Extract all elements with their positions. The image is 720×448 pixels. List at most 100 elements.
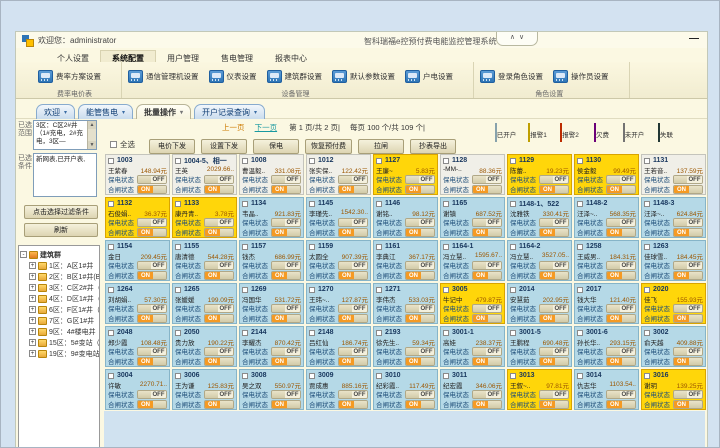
switch-toggle-on[interactable]: ON [606, 271, 636, 280]
card-checkbox[interactable] [644, 373, 650, 379]
supply-toggle-off[interactable]: OFF [606, 218, 636, 227]
switch-toggle-on[interactable]: ON [673, 185, 703, 194]
scroll-down-icon[interactable]: ▼ [88, 141, 96, 149]
ribbon-button[interactable]: 费率方案设置 [38, 70, 101, 83]
card-checkbox[interactable] [108, 287, 114, 293]
tree-node[interactable]: + 6区：F区1#井（F区… [20, 304, 98, 315]
tree-expander-icon[interactable]: + [29, 284, 36, 291]
supply-toggle-off[interactable]: OFF [606, 175, 636, 184]
switch-toggle-on[interactable]: ON [204, 228, 234, 237]
selected-range-listbox[interactable]: 3区：C区2#井（1#充电，2#充电，3区— ▲▼ [33, 120, 97, 150]
card-checkbox[interactable] [577, 287, 583, 293]
supply-toggle-off[interactable]: OFF [137, 347, 167, 356]
meter-card[interactable]: 2048 郑少霞 108.48元 保电状态 OFF 合闸状态 ON [105, 326, 170, 367]
supply-toggle-off[interactable]: OFF [472, 218, 502, 227]
supply-toggle-off[interactable]: OFF [673, 218, 703, 227]
filter-condition-button[interactable]: 点击选择过滤条件 [24, 205, 98, 219]
supply-toggle-off[interactable]: OFF [271, 347, 301, 356]
meter-card[interactable]: 3001-1 高娃 238.37元 保电状态 OFF 合闸状态 ON [440, 326, 505, 367]
supply-toggle-off[interactable]: OFF [606, 347, 636, 356]
switch-toggle-on[interactable]: ON [271, 228, 301, 237]
batch-action-button[interactable]: 拉闸 [358, 139, 404, 154]
supply-toggle-off[interactable]: OFF [338, 218, 368, 227]
card-checkbox[interactable] [242, 201, 248, 207]
switch-toggle-on[interactable]: ON [673, 271, 703, 280]
meter-card[interactable]: 3010 纪彩霞.. 117.49元 保电状态 OFF 合闸状态 ON [373, 369, 438, 410]
meter-card[interactable]: 1134 韦晶.. 921.83元 保电状态 OFF 合闸状态 ON [239, 197, 304, 238]
meter-card[interactable]: 1132 石俊娟.. 36.37元 保电状态 OFF 合闸状态 ON [105, 197, 170, 238]
card-checkbox[interactable] [309, 244, 315, 250]
meter-card[interactable]: 3004 许敏 2270.71.. 保电状态 OFF 合闸状态 ON [105, 369, 170, 410]
selected-condition-box[interactable]: 新网表,已开户表, [33, 153, 97, 197]
supply-toggle-off[interactable]: OFF [204, 347, 234, 356]
card-checkbox[interactable] [108, 244, 114, 250]
switch-toggle-on[interactable]: ON [405, 357, 435, 366]
card-checkbox[interactable] [108, 201, 114, 207]
card-checkbox[interactable] [644, 287, 650, 293]
switch-toggle-on[interactable]: ON [271, 185, 301, 194]
meter-card[interactable]: 2144 李耀杰 870.42元 保电状态 OFF 合闸状态 ON [239, 326, 304, 367]
card-checkbox[interactable] [309, 373, 315, 379]
card-checkbox[interactable] [510, 373, 516, 379]
switch-toggle-on[interactable]: ON [204, 400, 234, 409]
switch-toggle-on[interactable]: ON [606, 314, 636, 323]
meter-card[interactable]: 1148-1、522 沈雅铁 330.41元 保电状态 OFF 合闸状态 ON [507, 197, 572, 238]
card-checkbox[interactable] [577, 330, 583, 336]
refresh-button[interactable]: 刷新 [24, 223, 98, 237]
card-checkbox[interactable] [510, 158, 516, 164]
prev-page-link[interactable]: 上一页 [222, 123, 245, 132]
meter-card[interactable]: 1003 王紫春 148.94元 保电状态 OFF 合闸状态 ON [105, 154, 170, 195]
supply-toggle-off[interactable]: OFF [338, 347, 368, 356]
tree-expander-icon[interactable]: + [29, 306, 36, 313]
collapse-down-icon[interactable]: ∨ [519, 34, 524, 41]
supply-toggle-off[interactable]: OFF [204, 261, 234, 270]
switch-toggle-on[interactable]: ON [472, 314, 502, 323]
card-checkbox[interactable] [644, 330, 650, 336]
collapse-up-icon[interactable]: ∧ [510, 34, 515, 41]
meter-card[interactable]: 1148-2 汪泽~.. 568.35元 保电状态 OFF 合闸状态 ON [574, 197, 639, 238]
supply-toggle-off[interactable]: OFF [673, 304, 703, 313]
switch-toggle-on[interactable]: ON [338, 400, 368, 409]
switch-toggle-on[interactable]: ON [137, 400, 167, 409]
supply-toggle-off[interactable]: OFF [606, 261, 636, 270]
meter-card[interactable]: 3013 王叙~.. 97.81元 保电状态 OFF 合闸状态 ON [507, 369, 572, 410]
ribbon-button[interactable]: 操作员设置 [553, 70, 609, 83]
meter-card[interactable]: 1161 李典江 367.17元 保电状态 OFF 合闸状态 ON [373, 240, 438, 281]
card-checkbox[interactable] [443, 201, 449, 207]
tree-node[interactable]: - 建筑群 [20, 249, 98, 260]
meter-card[interactable]: 1270 王玮~.. 127.87元 保电状态 OFF 合闸状态 ON [306, 283, 371, 324]
supply-toggle-off[interactable]: OFF [539, 347, 569, 356]
card-checkbox[interactable] [443, 373, 449, 379]
supply-toggle-off[interactable]: OFF [539, 261, 569, 270]
supply-toggle-off[interactable]: OFF [606, 390, 636, 399]
supply-toggle-off[interactable]: OFF [271, 304, 301, 313]
switch-toggle-on[interactable]: ON [137, 314, 167, 323]
supply-toggle-off[interactable]: OFF [606, 304, 636, 313]
card-checkbox[interactable] [175, 330, 181, 336]
tab-dropdown-icon[interactable]: ▾ [180, 109, 183, 116]
meter-card[interactable]: 2193 徐先生.. 59.34元 保电状态 OFF 合闸状态 ON [373, 326, 438, 367]
meter-card[interactable]: 3001-6 孙长华.. 293.15元 保电状态 OFF 合闸状态 ON [574, 326, 639, 367]
meter-card[interactable]: 3001-5 王鹏程 690.48元 保电状态 OFF 合闸状态 ON [507, 326, 572, 367]
supply-toggle-off[interactable]: OFF [271, 175, 301, 184]
tree-expander-icon[interactable]: + [29, 262, 36, 269]
tree-expander-icon[interactable]: + [29, 339, 36, 346]
switch-toggle-on[interactable]: ON [472, 228, 502, 237]
meter-card[interactable]: 3016 谢玥 139.25元 保电状态 OFF 合闸状态 ON [641, 369, 706, 410]
card-checkbox[interactable] [242, 287, 248, 293]
supply-toggle-off[interactable]: OFF [539, 390, 569, 399]
switch-toggle-on[interactable]: ON [405, 185, 435, 194]
supply-toggle-off[interactable]: OFF [673, 175, 703, 184]
switch-toggle-on[interactable]: ON [271, 314, 301, 323]
supply-toggle-off[interactable]: OFF [472, 304, 502, 313]
card-checkbox[interactable] [376, 287, 382, 293]
card-checkbox[interactable] [108, 373, 114, 379]
document-tab[interactable]: 欢迎 ▾ [36, 104, 75, 121]
ribbon-button[interactable]: 户电设置 [405, 70, 453, 83]
card-checkbox[interactable] [242, 373, 248, 379]
card-checkbox[interactable] [175, 287, 181, 293]
meter-card[interactable]: 1127 王廉~ 5.83元 保电状态 OFF 合闸状态 ON [373, 154, 438, 195]
meter-card[interactable]: 2014 安慧茹 202.95元 保电状态 OFF 合闸状态 ON [507, 283, 572, 324]
tree-node[interactable]: + 7区：G区1#井 [20, 315, 98, 326]
tree-node[interactable]: + 2区：B区1#井(B区1… [20, 271, 98, 282]
